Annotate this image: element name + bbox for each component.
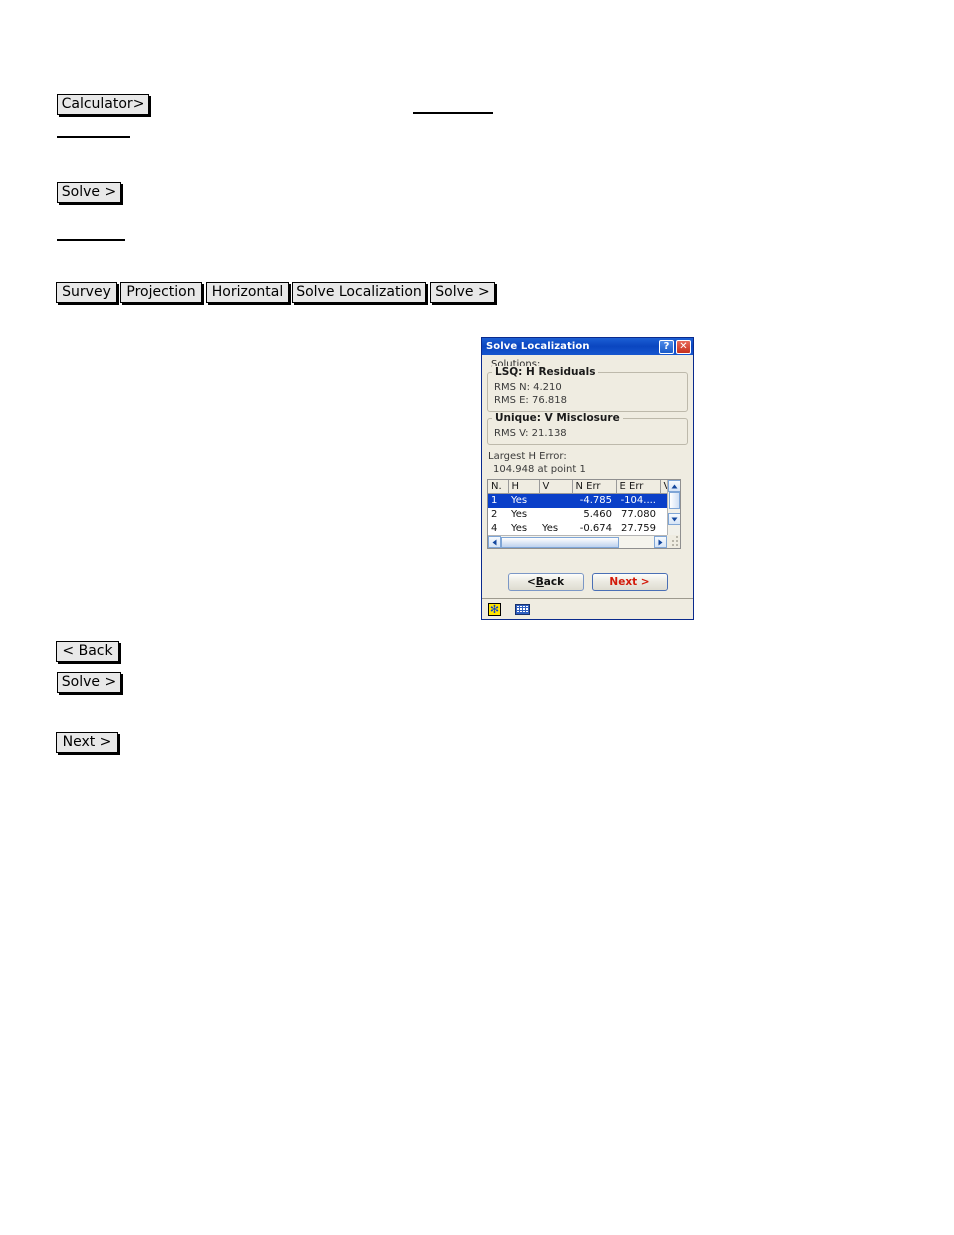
table-cell: 77.080 bbox=[621, 509, 656, 520]
scroll-down-icon[interactable] bbox=[668, 513, 680, 525]
window-titlebar: Solve Localization ? ✕ bbox=[482, 338, 693, 355]
rms-v-value: RMS V: 21.138 bbox=[494, 428, 567, 439]
solve-button-bottom[interactable]: Solve > bbox=[57, 672, 121, 693]
residuals-table: N.HVN ErrE ErrV 1Yes-4.785-104....2Yes5.… bbox=[488, 480, 667, 535]
rms-n-value: RMS N: 4.210 bbox=[494, 382, 562, 393]
solve-localization-window: Solve Localization ? ✕ Solutions: LSQ: H… bbox=[481, 337, 694, 620]
table-cell: 2 bbox=[491, 509, 498, 520]
resize-grip-icon[interactable] bbox=[667, 535, 680, 548]
scroll-right-icon[interactable] bbox=[654, 536, 667, 548]
table-header-row: N.HVN ErrE ErrV bbox=[488, 480, 667, 494]
vertical-scrollbar[interactable] bbox=[667, 480, 680, 535]
table-row[interactable]: 2 Yes 5.460 77.080 bbox=[488, 508, 667, 522]
table-cell: -4.785 bbox=[572, 493, 616, 508]
column-header-6[interactable]: V bbox=[660, 480, 667, 494]
table-cell: Yes bbox=[511, 509, 528, 520]
window-client-area: Solutions: LSQ: H Residuals RMS N: 4.210… bbox=[482, 355, 693, 599]
back-button-suffix: ack bbox=[543, 576, 565, 588]
table-cell bbox=[660, 508, 667, 522]
redaction-rule-left-1 bbox=[57, 136, 130, 138]
horizontal-button[interactable]: Horizontal bbox=[206, 282, 289, 303]
window-title: Solve Localization bbox=[486, 341, 590, 352]
next-button[interactable]: Next > bbox=[591, 573, 668, 591]
table-row[interactable]: 1 Yes -4.785 -104.... bbox=[488, 493, 667, 508]
table-cell: -0.674 bbox=[579, 523, 612, 534]
residuals-grid[interactable]: N.HVN ErrE ErrV 1Yes-4.785-104....2Yes5.… bbox=[487, 479, 681, 549]
solve-localization-button[interactable]: Solve Localization bbox=[292, 282, 426, 303]
table-cell: Yes bbox=[542, 523, 559, 534]
scroll-left-icon[interactable] bbox=[488, 536, 501, 548]
column-header-2[interactable]: H bbox=[508, 480, 540, 494]
residuals-grid-viewport: N.HVN ErrE ErrV 1Yes-4.785-104....2Yes5.… bbox=[488, 480, 667, 535]
help-icon[interactable]: ? bbox=[659, 339, 674, 354]
horizontal-scroll-thumb[interactable] bbox=[501, 536, 619, 548]
back-button[interactable]: < Back bbox=[507, 573, 584, 591]
table-cell: 27.759 bbox=[621, 523, 656, 534]
table-cell: Yes bbox=[508, 493, 539, 508]
solve-button-breadcrumb[interactable]: Solve > bbox=[430, 282, 495, 303]
table-cell: 4 bbox=[491, 523, 498, 534]
table-cell: -104.... bbox=[616, 493, 660, 508]
column-header-5[interactable]: E Err bbox=[616, 480, 661, 494]
next-button-doc[interactable]: Next > bbox=[56, 732, 118, 753]
horizontal-scrollbar[interactable] bbox=[488, 535, 667, 548]
pda-taskbar: ✻ bbox=[482, 598, 693, 619]
back-button-accelerator: B bbox=[535, 576, 544, 588]
column-header-4[interactable]: N Err bbox=[572, 480, 617, 494]
table-cell: 1 bbox=[488, 493, 508, 508]
back-button-prefix: < bbox=[526, 576, 536, 588]
vertical-scroll-thumb[interactable] bbox=[668, 492, 680, 509]
start-star-icon[interactable]: ✻ bbox=[488, 602, 501, 616]
dialog-button-row: < Back Next > bbox=[482, 573, 693, 591]
column-header-3[interactable]: V bbox=[539, 480, 573, 494]
back-button-doc[interactable]: < Back bbox=[56, 641, 119, 662]
solve-button-top[interactable]: Solve > bbox=[57, 182, 121, 203]
unique-v-misclosure-group: Unique: V Misclosure RMS V: 21.138 bbox=[487, 412, 688, 445]
soft-keyboard-icon[interactable] bbox=[515, 603, 530, 615]
close-icon[interactable]: ✕ bbox=[676, 339, 691, 354]
scroll-up-icon[interactable] bbox=[668, 480, 680, 492]
largest-h-error-label: Largest H Error: bbox=[488, 451, 567, 462]
column-header-1[interactable]: N. bbox=[488, 480, 509, 494]
table-cell bbox=[539, 508, 572, 522]
horizontal-scroll-track[interactable] bbox=[501, 535, 654, 548]
lsq-h-residuals-group: LSQ: H Residuals RMS N: 4.210 RMS E: 76.… bbox=[487, 366, 688, 412]
redaction-rule-left-2 bbox=[57, 239, 125, 241]
lsq-group-title: LSQ: H Residuals bbox=[492, 366, 599, 378]
largest-h-error-value: 104.948 at point 1 bbox=[493, 464, 586, 475]
redaction-rule-top-right bbox=[413, 112, 493, 114]
projection-button[interactable]: Projection bbox=[120, 282, 202, 303]
table-body: 1 Yes -4.785 -104.... 2 Yes 5.460 77.080 4 Yes Yes… bbox=[488, 493, 667, 536]
table-cell: 5.460 bbox=[583, 509, 612, 520]
calculator-button[interactable]: Calculator> bbox=[57, 94, 149, 115]
table-row[interactable]: 4 Yes Yes -0.674 27.759 bbox=[488, 522, 667, 536]
rms-e-value: RMS E: 76.818 bbox=[494, 395, 567, 406]
table-cell bbox=[539, 493, 572, 508]
survey-button[interactable]: Survey bbox=[56, 282, 117, 303]
table-cell bbox=[660, 493, 667, 508]
unique-group-title: Unique: V Misclosure bbox=[492, 412, 623, 424]
table-cell bbox=[660, 522, 667, 536]
table-cell: Yes bbox=[511, 523, 528, 534]
